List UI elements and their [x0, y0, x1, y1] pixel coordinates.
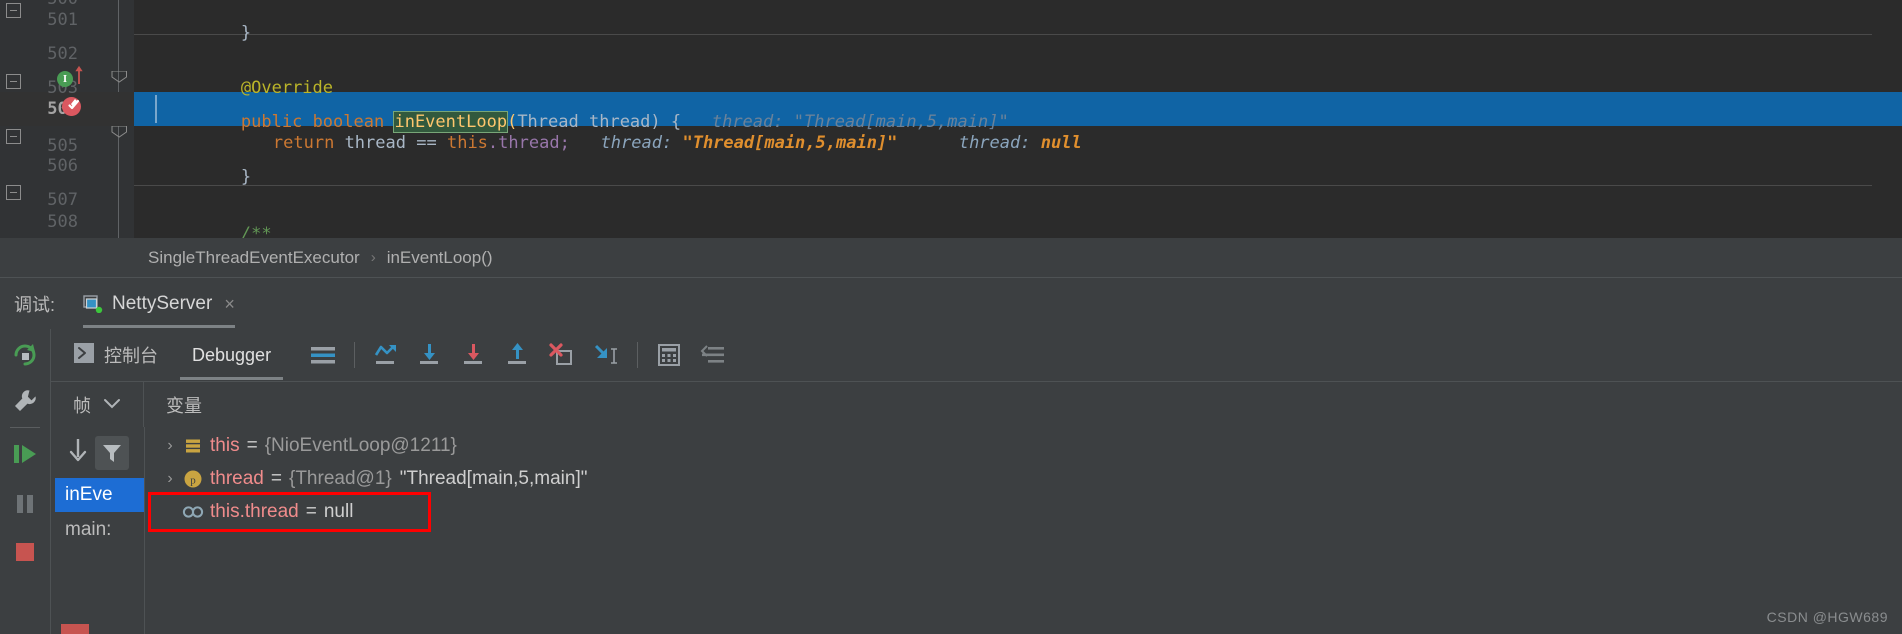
tab-debugger[interactable]: Debugger [180, 329, 284, 381]
field-object-icon [181, 437, 205, 455]
force-step-into-button[interactable] [455, 336, 493, 374]
variable-value: "Thread[main,5,main]" [399, 467, 588, 489]
step-out-icon [508, 343, 527, 364]
debug-tool-window-header: 调试: NettyServer × [0, 277, 1902, 330]
step-out-button[interactable] [499, 336, 537, 374]
frames-selector[interactable]: 帧 [51, 382, 144, 427]
variable-reference: {Thread@1} [288, 467, 392, 489]
calculator-icon [658, 344, 681, 366]
annotation-highlight-box [148, 492, 431, 532]
step-over-icon [374, 345, 397, 364]
fold-marker[interactable] [6, 3, 21, 18]
step-into-button[interactable] [411, 336, 449, 374]
line-number: 502 [47, 44, 78, 64]
fold-region-end-icon [111, 126, 127, 138]
filter-icon [102, 444, 121, 462]
debugger-toolbar: 控制台 Debugger [51, 329, 1902, 382]
resume-button[interactable] [0, 429, 50, 479]
breadcrumb-item-method[interactable]: inEventLoop() [387, 248, 493, 268]
active-tab-underline [83, 325, 235, 328]
breadcrumb-separator-icon: › [370, 249, 376, 266]
property-icon: p [181, 469, 205, 489]
frame-item[interactable]: main: [55, 513, 144, 547]
layout-lines-icon [311, 347, 336, 364]
stop-icon [16, 543, 34, 561]
wrench-icon [15, 390, 36, 411]
variable-name: this [210, 434, 240, 456]
svg-text:p: p [190, 474, 196, 486]
breadcrumb-item-class[interactable]: SingleThreadEventExecutor [148, 248, 360, 268]
step-into-icon [420, 344, 439, 364]
variable-equals: = [246, 434, 258, 456]
watermark: CSDN @HGW689 [1766, 609, 1888, 625]
debug-side-toolbar [0, 329, 51, 634]
variable-row-this[interactable]: › this = {NioEventLoop@1211} [145, 429, 1902, 462]
pause-button[interactable] [0, 479, 50, 529]
frame-item-selected[interactable]: inEve [55, 478, 144, 512]
variables-title: 变量 [166, 395, 202, 416]
frames-progress-indicator [61, 624, 89, 634]
tab-debugger-label: Debugger [192, 344, 272, 365]
chevron-right-icon[interactable]: › [159, 437, 181, 455]
active-subtab-underline [180, 377, 284, 380]
override-arrow-icon [75, 65, 83, 84]
code-editor[interactable]: 500 501 502 503 504 505 506 507 508 I [0, 0, 1902, 238]
tab-console-label: 控制台 [104, 346, 158, 366]
variables-list[interactable]: › this = {NioEventLoop@1211} › p thread [145, 427, 1902, 634]
chevron-right-icon[interactable]: › [159, 470, 181, 488]
fold-marker[interactable] [6, 74, 21, 89]
frames-toolbar [51, 427, 144, 478]
frames-panel: inEve main: [51, 427, 145, 634]
debug-window-title: 调试: [14, 295, 56, 315]
settings-button[interactable] [0, 376, 50, 426]
ide-window: 500 501 502 503 504 505 506 507 508 I [0, 0, 1902, 634]
line-number: 508 [47, 212, 78, 232]
fold-marker[interactable] [6, 129, 21, 144]
run-configuration-icon [83, 295, 103, 314]
step-over-button[interactable] [367, 336, 405, 374]
fold-marker[interactable] [6, 185, 21, 200]
variable-name: thread [210, 467, 264, 489]
close-icon[interactable]: × [224, 294, 235, 315]
stop-button[interactable] [0, 527, 50, 577]
console-icon [73, 342, 95, 369]
breadcrumb: SingleThreadEventExecutor › inEventLoop(… [0, 238, 1902, 277]
settings-list-icon [700, 345, 725, 363]
drop-frame-icon [549, 343, 573, 365]
toolbar-divider [354, 342, 356, 368]
debug-session-tab[interactable]: NettyServer × [83, 278, 235, 330]
run-to-cursor-icon [595, 344, 618, 364]
resume-program-icon [14, 445, 36, 463]
tab-console[interactable]: 控制台 [61, 329, 170, 381]
variable-row-thread[interactable]: › p thread = {Thread@1} "Thread[main,5,m… [145, 462, 1902, 495]
pause-program-icon [17, 495, 33, 513]
chevron-down-icon[interactable] [103, 396, 121, 414]
show-execution-point-button[interactable] [304, 336, 342, 374]
drop-frame-button[interactable] [543, 336, 581, 374]
fold-region-end-icon [111, 71, 127, 83]
run-to-cursor-button[interactable] [587, 336, 625, 374]
variable-equals: = [270, 467, 282, 489]
rerun-button[interactable] [0, 329, 50, 379]
evaluate-expression-button[interactable] [650, 336, 688, 374]
implementing-method-icon[interactable]: I [57, 71, 73, 87]
toolbar-divider [637, 342, 639, 368]
force-step-into-icon [464, 344, 483, 364]
variables-panel-header: 帧 变量 [51, 382, 1902, 428]
toolbar-divider [10, 427, 40, 428]
code-text-area[interactable]: } @Override public boolean inEventLoop(T… [134, 0, 1902, 238]
rerun-icon [14, 344, 36, 366]
filter-button[interactable] [94, 435, 129, 470]
sort-down-icon[interactable] [67, 437, 89, 468]
variable-reference: {NioEventLoop@1211} [264, 434, 457, 456]
settings-list-button[interactable] [694, 336, 732, 374]
breakpoint-verified-icon[interactable] [62, 97, 81, 116]
frames-label: 帧 [73, 395, 91, 416]
line-number: 506 [47, 156, 78, 176]
debug-session-tab-label: NettyServer [112, 293, 213, 314]
